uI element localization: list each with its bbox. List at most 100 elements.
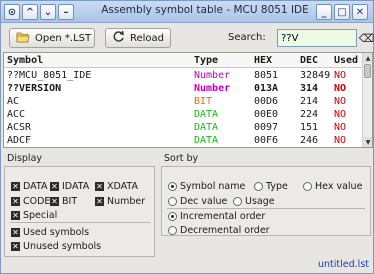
- radio-indicator-icon: [168, 182, 177, 191]
- cell-hex: 013A: [254, 83, 279, 94]
- checkbox-mark-icon: ✕: [11, 242, 20, 251]
- reload-icon: [112, 30, 125, 46]
- radio-dec-value[interactable]: Dec value: [168, 196, 227, 207]
- checkbox-used-symbols[interactable]: ✕ Used symbols: [11, 227, 89, 238]
- cell-dec: 242: [300, 147, 345, 148]
- open-lst-button[interactable]: Open *.LST: [9, 28, 95, 48]
- radio-indicator-icon: [233, 197, 242, 206]
- radio-hex-value[interactable]: Hex value: [303, 181, 362, 192]
- shade-icon[interactable]: ^: [22, 4, 38, 20]
- checkbox-data[interactable]: ✕ DATA: [11, 181, 47, 192]
- checkbox-special[interactable]: ✕ Special: [11, 210, 57, 221]
- checkbox-label: XDATA: [107, 181, 138, 192]
- reload-label: Reload: [130, 32, 165, 44]
- radio-indicator-icon: [168, 212, 177, 221]
- radio-decremental-order[interactable]: Decremental order: [168, 225, 270, 236]
- cell-symbol: AC: [7, 96, 20, 107]
- scroll-up-icon[interactable]: ▲: [363, 53, 372, 63]
- cell-symbol: ACSR: [7, 122, 32, 133]
- header-type[interactable]: Type: [194, 53, 250, 68]
- minimize-button[interactable]: _: [316, 4, 332, 20]
- checkbox-unused-symbols[interactable]: ✕ Unused symbols: [11, 241, 101, 252]
- checkbox-idata[interactable]: ✕ IDATA: [50, 181, 89, 192]
- table-scrollbar[interactable]: ▲ ▼: [362, 53, 372, 147]
- cell-used: NO: [334, 147, 362, 148]
- radio-symbol-name[interactable]: Symbol name: [168, 181, 245, 192]
- checkbox-mark-icon: ✕: [11, 182, 20, 191]
- checkbox-label: Unused symbols: [23, 241, 102, 252]
- cell-used: NO: [334, 109, 347, 120]
- close-button[interactable]: ✕: [352, 4, 368, 20]
- cell-type: DATA: [194, 147, 250, 148]
- clear-search-icon[interactable]: ⌫: [359, 30, 374, 46]
- checkbox-label: IDATA: [62, 181, 90, 192]
- scrollbar-thumb[interactable]: [364, 64, 371, 78]
- radio-label: Incremental order: [180, 211, 266, 222]
- header-used[interactable]: Used: [334, 53, 362, 68]
- table-row[interactable]: ??VERSION Number 013A 314 NO: [4, 82, 362, 95]
- table-row[interactable]: ??MCU_8051_IDE Number 8051 32849 NO: [4, 69, 362, 82]
- table-rows: ??MCU_8051_IDE Number 8051 32849 NO ??VERSION…: [4, 69, 362, 148]
- checkbox-label: CODE: [23, 196, 51, 207]
- radio-label: Usage: [245, 196, 275, 207]
- radio-type[interactable]: Type: [254, 181, 288, 192]
- keep-above-icon[interactable]: ⌄: [40, 4, 56, 20]
- symbol-table[interactable]: Symbol Type HEX DEC Used ??MCU_8051_IDE N…: [3, 52, 373, 148]
- cell-used: NO: [334, 96, 347, 107]
- search-input[interactable]: [277, 29, 357, 47]
- display-panel-title: Display: [7, 153, 43, 164]
- radio-label: Type: [266, 181, 288, 192]
- cell-hex: 0097: [254, 122, 279, 133]
- cell-hex: 00F6: [254, 135, 279, 146]
- radio-incremental-order[interactable]: Incremental order: [168, 211, 265, 222]
- checkbox-label: DATA: [23, 181, 48, 192]
- sort-panel-title: Sort by: [164, 153, 199, 164]
- cell-type: DATA: [194, 135, 219, 146]
- checkbox-mark-icon: ✕: [11, 228, 20, 237]
- checkbox-mark-icon: ✕: [50, 197, 59, 206]
- cell-used: NO: [334, 122, 347, 133]
- keep-below-icon[interactable]: –: [58, 4, 74, 20]
- maximize-button[interactable]: □: [334, 4, 350, 20]
- cell-type: BIT: [194, 96, 213, 107]
- symbol-table-window: ⊙ ^ ⌄ – Assembly symbol table - MCU 8051…: [0, 0, 374, 274]
- sort-separator: [167, 208, 365, 209]
- radio-label: Hex value: [315, 181, 363, 192]
- header-symbol[interactable]: Symbol: [7, 53, 192, 68]
- radio-label: Decremental order: [180, 225, 270, 236]
- radio-usage[interactable]: Usage: [233, 196, 275, 207]
- checkbox-mark-icon: ✕: [11, 211, 20, 220]
- window-title: Assembly symbol table - MCU 8051 IDE: [101, 4, 309, 16]
- cell-type: Number: [194, 83, 231, 94]
- cell-hex: 00D6: [254, 96, 279, 107]
- checkbox-label: Used symbols: [23, 227, 90, 238]
- table-row[interactable]: ACSR DATA 0097 151 NO: [4, 121, 362, 134]
- checkbox-code[interactable]: ✕ CODE: [11, 196, 50, 207]
- header-hex[interactable]: HEX: [254, 53, 304, 68]
- window-menu-icon[interactable]: ⊙: [4, 4, 20, 20]
- checkbox-number[interactable]: ✕ Number: [95, 196, 145, 207]
- checkbox-label: BIT: [62, 196, 78, 207]
- cell-used: NO: [334, 135, 347, 146]
- cell-type: DATA: [194, 122, 219, 133]
- checkbox-mark-icon: ✕: [95, 197, 104, 206]
- radio-label: Dec value: [180, 196, 228, 207]
- checkbox-mark-icon: ✕: [11, 197, 20, 206]
- table-header: Symbol Type HEX DEC Used: [4, 53, 362, 68]
- folder-open-icon: [16, 31, 30, 46]
- table-row[interactable]: ACC DATA 00E0 224 NO: [4, 108, 362, 121]
- table-row[interactable]: ADCF DATA 00F6 246 NO: [4, 134, 362, 147]
- table-row[interactable]: ADCLKDATA 00F2242NO: [4, 147, 362, 148]
- checkbox-label: Number: [107, 196, 146, 207]
- table-row[interactable]: AC BIT 00D6 214 NO: [4, 95, 362, 108]
- title-bar: ⊙ ^ ⌄ – Assembly symbol table - MCU 8051…: [1, 1, 373, 23]
- reload-button[interactable]: Reload: [105, 28, 171, 48]
- checkbox-xdata[interactable]: ✕ XDATA: [95, 181, 138, 192]
- radio-indicator-icon: [303, 182, 312, 191]
- checkbox-bit[interactable]: ✕ BIT: [50, 196, 77, 207]
- cell-used: NO: [334, 83, 347, 94]
- cell-hex: 8051: [254, 70, 279, 81]
- checkbox-mark-icon: ✕: [95, 182, 104, 191]
- checkbox-label: Special: [23, 210, 58, 221]
- scroll-down-icon[interactable]: ▼: [363, 137, 372, 147]
